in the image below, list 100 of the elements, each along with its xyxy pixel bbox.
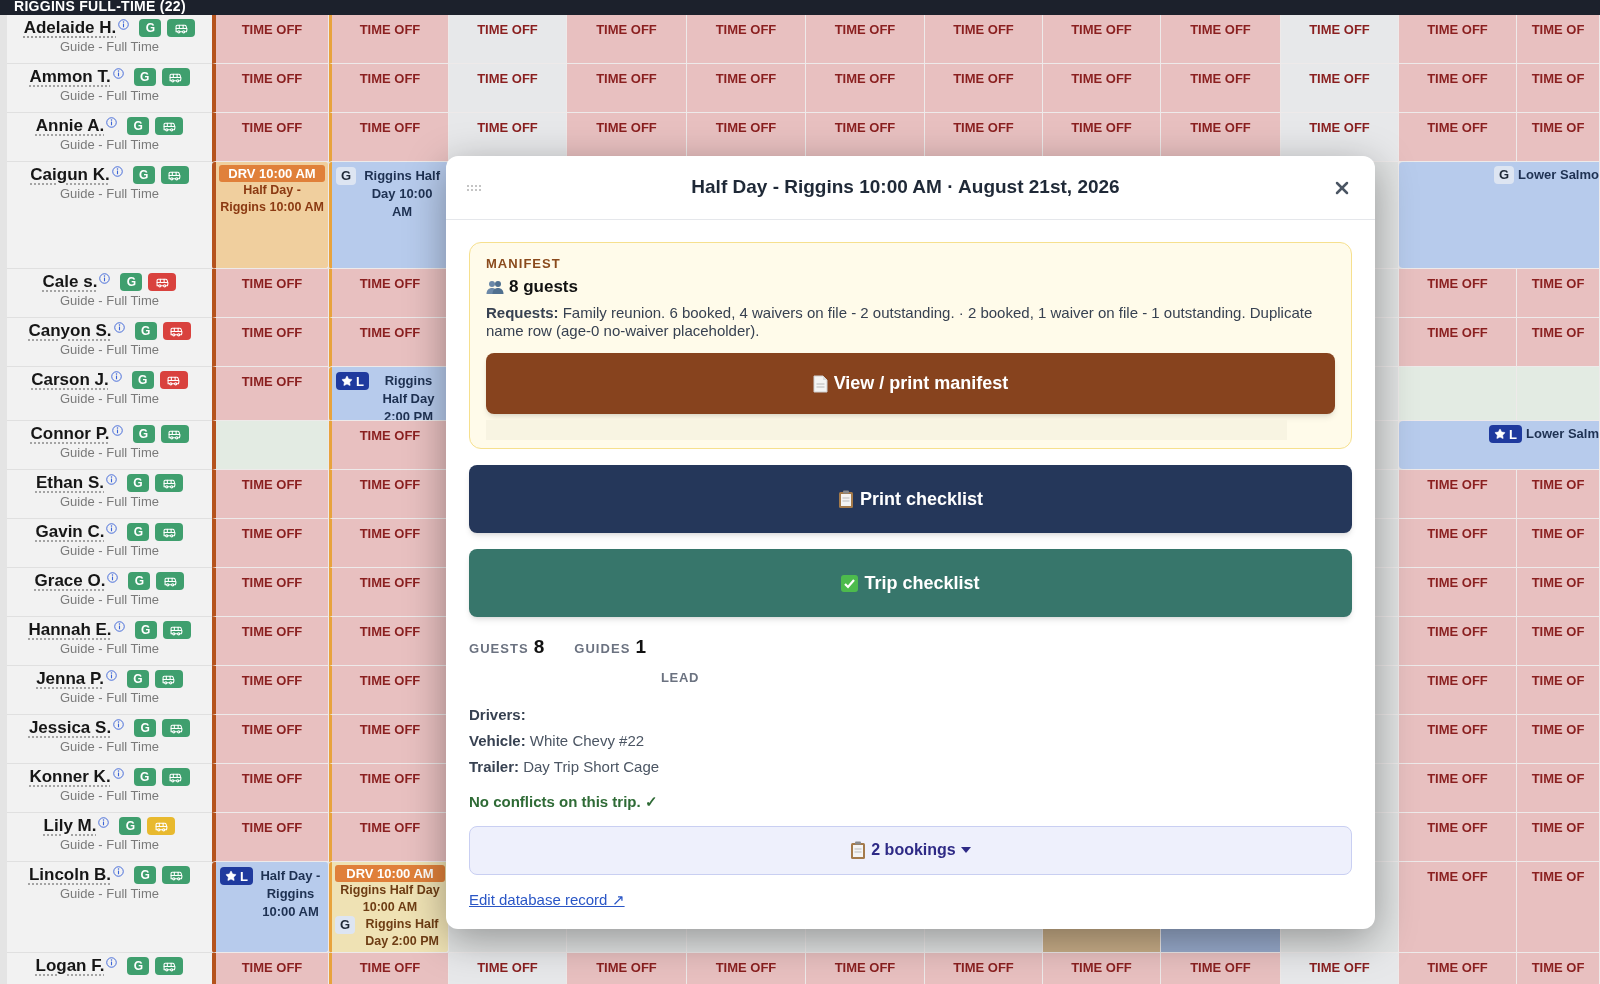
info-icon[interactable] — [106, 957, 118, 968]
time-off-cell: TIME OFF — [1399, 666, 1517, 715]
info-icon[interactable] — [105, 670, 117, 681]
edit-record-link[interactable]: Edit database record ↗ — [469, 888, 625, 911]
staff-name[interactable]: Adelaide H. — [23, 17, 117, 39]
trip-block[interactable]: G Lower Salmo — [1399, 162, 1600, 269]
time-off-cell: TIME OFF — [449, 15, 567, 64]
guide-badge: G — [132, 425, 155, 443]
staff-role: Guide - Full Time — [60, 342, 159, 358]
info-icon[interactable] — [106, 117, 118, 128]
info-icon[interactable] — [113, 621, 125, 632]
time-off-cell: TIME OF — [1517, 113, 1600, 162]
staff-name[interactable]: Lily M. — [43, 815, 97, 837]
drive-time-tag: DRV 10:00 AM — [219, 165, 325, 182]
time-off-cell: TIME OFF — [567, 953, 687, 984]
time-off-cell: TIME OFF — [212, 64, 329, 113]
caret-icon — [960, 847, 971, 853]
info-icon[interactable] — [111, 425, 123, 436]
info-icon[interactable] — [113, 719, 125, 730]
people-icon — [486, 280, 504, 294]
time-off-cell: TIME OFF — [1281, 953, 1399, 984]
time-off-cell: TIME OFF — [329, 15, 449, 64]
trip-title: Half Day - Riggins 10:00 AM — [259, 867, 322, 921]
info-icon[interactable] — [113, 866, 125, 877]
info-icon[interactable] — [111, 166, 123, 177]
staff-name[interactable]: Ammon T. — [29, 66, 111, 88]
info-icon[interactable] — [106, 474, 117, 485]
time-off-cell: TIME OFF — [212, 318, 329, 367]
staff-name[interactable]: Carson J. — [31, 369, 109, 391]
staff-name[interactable]: Lincoln B. — [28, 864, 112, 886]
drive-block[interactable]: DRV 10:00 AM Half Day - Riggins 10:00 AM — [212, 162, 329, 269]
info-icon[interactable] — [118, 19, 130, 30]
staff-name[interactable]: Jenna P. — [36, 668, 104, 690]
time-off-cell: TIME OF — [1517, 269, 1600, 318]
time-off-cell: TIME OFF — [1281, 15, 1399, 64]
staff-name[interactable]: Connor P. — [30, 423, 110, 445]
staff-name[interactable]: Logan F. — [35, 955, 105, 977]
detail-line: Vehicle: White Chevy #22 — [469, 731, 646, 751]
info-icon[interactable] — [112, 68, 124, 79]
open-cell[interactable] — [1517, 367, 1600, 421]
staff-name[interactable]: Canyon S. — [28, 320, 112, 342]
time-off-cell: TIME OFF — [1399, 953, 1517, 984]
view-manifest-button[interactable]: View / print manifest — [486, 353, 1335, 414]
time-off-cell: TIME OFF — [1161, 64, 1281, 113]
staff-name[interactable]: Grace O. — [34, 570, 106, 592]
star-icon — [341, 375, 353, 387]
staff-role: Guide - Full Time — [60, 739, 159, 755]
open-cell[interactable] — [212, 421, 329, 470]
badge-letter: L — [240, 869, 248, 883]
drive-time-tag: DRV 10:00 AM — [335, 865, 445, 882]
open-cell[interactable] — [1399, 367, 1517, 421]
info-icon[interactable] — [110, 371, 122, 382]
trip-title: Lower Salm — [1526, 425, 1599, 443]
time-off-cell: TIME OFF — [1281, 113, 1399, 162]
trip-block[interactable]: L Lower Salm — [1399, 421, 1600, 470]
info-icon[interactable] — [106, 523, 118, 534]
bookings-dropdown[interactable]: 2 bookings — [469, 825, 1352, 875]
time-off-cell: TIME OFF — [212, 666, 329, 715]
staff-name[interactable]: Caigun K. — [30, 164, 110, 186]
guide-badge: G — [134, 621, 157, 639]
guide-badge: G — [127, 523, 150, 541]
time-off-cell: TIME OFF — [1399, 318, 1517, 367]
guide-badge: G — [134, 866, 157, 884]
staff-name[interactable]: Cale s. — [42, 271, 98, 293]
time-off-cell: TIME OFF — [329, 519, 449, 568]
staff-name[interactable]: Jessica S. — [28, 717, 112, 739]
staff-name[interactable]: Hannah E. — [28, 619, 112, 641]
time-off-cell: TIME OFF — [1399, 269, 1517, 318]
time-off-cell: TIME OFF — [212, 715, 329, 764]
print-checklist-button[interactable]: Print checklist — [469, 465, 1352, 533]
conflicts-status: No conflicts on this trip. ✓ — [469, 792, 659, 812]
staff-name[interactable]: Annie A. — [35, 115, 105, 137]
time-off-cell: TIME OFF — [449, 953, 567, 984]
time-off-cell: TIME OF — [1517, 813, 1600, 862]
trip-block[interactable]: G Riggins Half Day 10:00 AM — [329, 162, 449, 269]
time-off-cell: TIME OFF — [329, 318, 449, 367]
drag-handle-icon[interactable] — [466, 183, 482, 192]
time-off-cell: TIME OFF — [1043, 64, 1161, 113]
info-icon[interactable] — [99, 273, 111, 284]
staff-name[interactable]: Gavin C. — [35, 521, 105, 543]
guide-badge: G — [128, 572, 151, 590]
manifest-heading: MANIFEST — [486, 256, 562, 272]
info-icon[interactable] — [113, 322, 125, 333]
info-icon[interactable] — [98, 817, 110, 828]
staff-name[interactable]: Ethan S. — [36, 472, 104, 494]
time-off-cell: TIME OFF — [212, 568, 329, 617]
trip-checklist-button[interactable]: Trip checklist — [469, 549, 1352, 617]
time-off-cell: TIME OFF — [1399, 617, 1517, 666]
staff-role: Guide - Full Time — [60, 186, 159, 202]
staff-role: Guide - Full Time — [60, 494, 159, 510]
staff-role: Guide - Full Time — [60, 88, 159, 104]
info-icon[interactable] — [107, 572, 119, 583]
time-off-cell: TIME OF — [1517, 715, 1600, 764]
info-icon[interactable] — [112, 768, 124, 779]
staff-role: Guide - Full Time — [60, 690, 159, 706]
staff-role: Guide - Full Time — [60, 837, 159, 853]
staff-name[interactable]: Konner K. — [29, 766, 111, 788]
time-off-cell: TIME OFF — [212, 953, 329, 984]
drive-block[interactable]: DRV 10:00 AM Riggins Half Day 10:00 AM G Riggins Half Day 2:00 PM — [329, 862, 449, 953]
trip-block[interactable]: L Half Day - Riggins 10:00 AM — [212, 862, 329, 953]
